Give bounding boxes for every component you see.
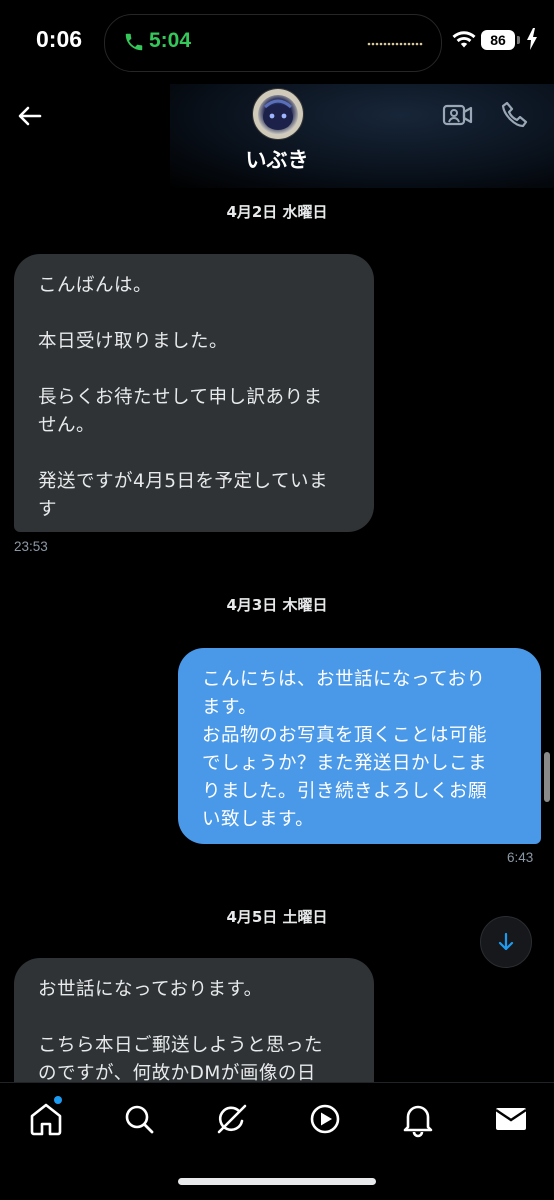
avatar[interactable] <box>252 88 304 140</box>
video-icon[interactable] <box>305 1099 345 1139</box>
incoming-message[interactable]: こんばんは。 本日受け取りました。 長らくお待たせして申し訳ありま せん。 発送… <box>14 254 374 532</box>
grok-icon[interactable] <box>212 1099 252 1139</box>
scrollbar[interactable] <box>544 752 550 802</box>
charging-icon <box>527 28 537 50</box>
battery-indicator: 86 <box>481 30 515 50</box>
home-indicator[interactable] <box>178 1178 376 1185</box>
scroll-to-bottom-button[interactable] <box>480 916 532 968</box>
date-separator: 4月3日 木曜日 <box>226 596 328 614</box>
battery-nub <box>517 36 520 44</box>
arrow-down-icon <box>498 932 514 951</box>
active-call-pill[interactable]: 5:04 <box>104 14 442 72</box>
avatar-image <box>253 89 303 139</box>
video-call-icon[interactable] <box>440 98 476 132</box>
back-arrow-icon[interactable] <box>12 98 48 134</box>
outgoing-message[interactable]: こんにちは、お世話になっており ます。 お品物のお写真を頂くことは可能 でしょう… <box>178 648 541 844</box>
date-separator: 4月2日 水曜日 <box>226 203 328 221</box>
status-bar: 0:06 5:04 86 <box>0 0 554 84</box>
message-timestamp: 6:43 <box>507 850 534 865</box>
phone-call-button-icon[interactable] <box>498 98 532 132</box>
home-icon[interactable] <box>26 1099 66 1139</box>
phone-call-icon <box>125 33 143 51</box>
status-time: 0:06 <box>36 26 83 52</box>
conversation-header: いぶき <box>0 84 554 188</box>
message-timestamp: 23:53 <box>14 539 48 554</box>
date-separator: 4月5日 土曜日 <box>226 908 328 926</box>
call-timer: 5:04 <box>149 29 192 52</box>
notifications-icon[interactable] <box>398 1099 438 1139</box>
home-notification-dot <box>54 1096 62 1104</box>
messages-icon[interactable] <box>491 1099 531 1139</box>
wifi-icon <box>452 31 476 48</box>
search-icon[interactable] <box>119 1099 159 1139</box>
contact-name[interactable]: いぶき <box>0 144 554 174</box>
audio-waveform-icon <box>367 42 423 46</box>
